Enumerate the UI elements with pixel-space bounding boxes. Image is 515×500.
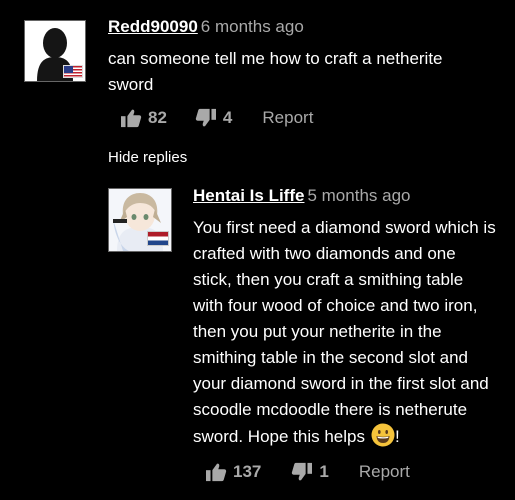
comment-text-suffix: ! [394, 427, 400, 446]
timestamp: 6 months ago [200, 17, 304, 36]
comment-text: You first need a diamond sword which is … [193, 215, 498, 450]
dislike-button[interactable]: 4 [195, 108, 232, 128]
comment-actions: 137 1 Report [205, 462, 410, 482]
username[interactable]: Hentai Is Liffe [193, 186, 304, 205]
thumbs-up-icon [121, 109, 142, 128]
like-count: 82 [148, 108, 167, 127]
comment-header: Hentai Is Liffe 5 months ago [193, 186, 410, 206]
comment-header: Redd90090 6 months ago [108, 17, 304, 37]
comment-actions: 82 4 Report [120, 108, 313, 128]
avatar[interactable] [108, 188, 172, 252]
reply-comment: Hentai Is Liffe 5 months ago You first ne… [0, 180, 515, 500]
like-button[interactable]: 137 [205, 462, 261, 482]
dislike-count: 4 [222, 108, 233, 127]
report-link[interactable]: Report [359, 462, 410, 482]
comment-text-content: You first need a diamond sword which is … [193, 218, 496, 446]
netherlands-flag-icon [147, 231, 169, 246]
timestamp: 5 months ago [307, 186, 411, 205]
dislike-button[interactable]: 1 [291, 462, 329, 482]
dislike-count: 1 [319, 462, 329, 481]
like-button[interactable]: 82 [120, 108, 167, 128]
comment-text: can someone tell me how to craft a nethe… [108, 49, 443, 94]
thumbs-up-icon [206, 463, 227, 482]
us-flag-icon [63, 65, 83, 78]
comment: Redd90090 6 months ago can someone tell m… [0, 0, 515, 140]
report-link[interactable]: Report [262, 108, 313, 128]
username[interactable]: Redd90090 [108, 17, 198, 36]
hide-replies-button[interactable]: Hide replies [108, 149, 187, 166]
thumbs-down-icon [292, 462, 313, 481]
like-count: 137 [233, 462, 262, 481]
thumbs-down-icon [195, 108, 216, 127]
grinning-face-emoji-icon [371, 423, 395, 447]
avatar[interactable] [24, 20, 86, 82]
